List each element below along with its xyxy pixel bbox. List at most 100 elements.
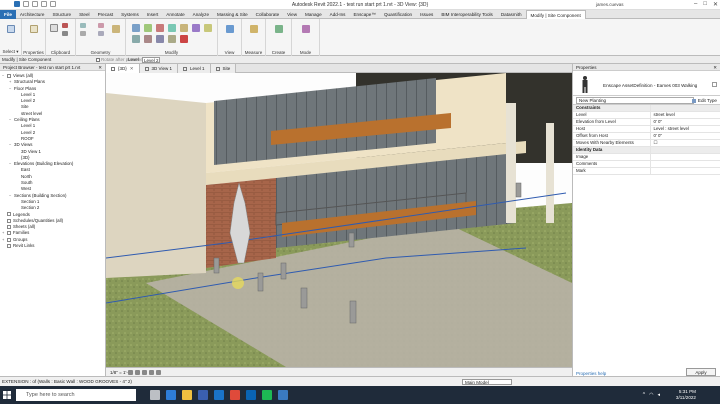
tab-steel[interactable]: Steel	[75, 10, 93, 19]
doc-tab-site[interactable]: Site	[210, 64, 237, 73]
volume-icon[interactable]: ◂	[657, 392, 660, 398]
chevron-up-icon[interactable]: ^	[643, 392, 645, 398]
spotify-icon[interactable]	[262, 390, 272, 400]
property-value[interactable]	[649, 167, 720, 175]
visual-style-icon[interactable]	[135, 370, 140, 375]
close-icon[interactable]: ✕	[98, 64, 102, 71]
taskbar-search-input[interactable]: Type here to search	[16, 389, 136, 401]
property-value[interactable]: 0' 0"	[649, 118, 720, 126]
mail-icon[interactable]	[214, 390, 224, 400]
tab-manage[interactable]: Manage	[301, 10, 326, 19]
trim-icon[interactable]	[204, 24, 212, 32]
move-icon[interactable]	[168, 24, 176, 32]
doc-tab-3d-view-1[interactable]: 3D View 1	[139, 64, 178, 73]
edge-icon[interactable]	[166, 390, 176, 400]
tab-annotate[interactable]: Annotate	[162, 10, 188, 19]
properties-icon[interactable]	[30, 25, 38, 33]
instance-filter-select[interactable]: New Planting	[576, 97, 694, 104]
view-icon[interactable]	[226, 25, 234, 33]
property-value[interactable]	[649, 153, 720, 161]
delete-icon[interactable]	[180, 35, 188, 43]
windows-start-icon[interactable]	[3, 391, 11, 399]
browser-tree-item[interactable]: Revit Links	[0, 243, 105, 249]
type-selector[interactable]: Enscape AssetDefinition - Eames 003 Walk…	[573, 71, 720, 96]
offset-icon[interactable]	[144, 24, 152, 32]
cope-icon[interactable]	[80, 23, 86, 28]
app-icon[interactable]	[278, 390, 288, 400]
rotate-icon[interactable]	[192, 24, 200, 32]
model-select[interactable]: Main Model	[462, 379, 512, 385]
sun-path-icon[interactable]	[142, 370, 147, 375]
ribbon-group-label[interactable]: Select ▾	[0, 49, 21, 55]
tab-architecture[interactable]: Architecture	[16, 10, 49, 19]
doc-tab-level-1[interactable]: Level 1	[177, 64, 211, 73]
tab-precast[interactable]: Precast	[94, 10, 118, 19]
tab-massing-site[interactable]: Massing & Site	[213, 10, 252, 19]
cut-icon[interactable]	[62, 23, 68, 28]
property-group-row[interactable]: Identity Data	[573, 146, 720, 154]
tab-structure[interactable]: Structure	[48, 10, 75, 19]
measure-icon[interactable]	[250, 25, 258, 33]
property-value[interactable]: street level	[649, 111, 720, 119]
3d-scene[interactable]	[106, 73, 572, 367]
store-icon[interactable]	[198, 390, 208, 400]
tab-analyze[interactable]: Analyze	[189, 10, 213, 19]
ribbon-group-label[interactable]: View	[218, 50, 241, 55]
file-explorer-icon[interactable]	[182, 390, 192, 400]
user-name[interactable]: james.cuevas	[596, 2, 624, 7]
tab-view[interactable]: View	[283, 10, 301, 19]
task-view-icon[interactable]	[150, 390, 160, 400]
tab-systems[interactable]: Systems	[117, 10, 143, 19]
modify-cursor-icon[interactable]	[7, 25, 15, 33]
tab-quantification[interactable]: Quantification	[380, 10, 416, 19]
shadows-icon[interactable]	[149, 370, 154, 375]
wall-joins-icon[interactable]	[98, 31, 104, 36]
paint-icon[interactable]	[112, 25, 120, 33]
property-value[interactable]	[649, 160, 720, 168]
paste-icon[interactable]	[50, 24, 58, 32]
minimize-button[interactable]: –	[694, 1, 697, 8]
tab-bim-interoperability[interactable]: BIM Interoperability Tools	[437, 10, 497, 19]
tab-issues[interactable]: Issues	[416, 10, 437, 19]
scale-icon[interactable]	[156, 35, 164, 43]
pin-icon[interactable]	[168, 35, 176, 43]
tab-datasmith[interactable]: Datasmith	[497, 10, 526, 19]
edit-family-icon[interactable]	[302, 25, 310, 33]
split-icon[interactable]	[132, 35, 140, 43]
align-icon[interactable]	[132, 24, 140, 32]
property-value[interactable]: ☐	[649, 139, 720, 147]
close-icon[interactable]: ✕	[713, 64, 717, 71]
rotate-after-placement-checkbox[interactable]	[96, 58, 100, 62]
mirror-icon[interactable]	[156, 24, 164, 32]
tab-file[interactable]: File	[0, 9, 16, 19]
maximize-button[interactable]: □	[703, 1, 707, 8]
copy-element-icon[interactable]	[180, 24, 188, 32]
edit-type-button[interactable]: Edit Type	[691, 96, 717, 105]
copy-icon[interactable]	[62, 31, 68, 36]
tab-enscape[interactable]: Enscape™	[349, 10, 379, 19]
revit-app-icon[interactable]	[246, 390, 256, 400]
crop-view-icon[interactable]	[156, 370, 161, 375]
property-value[interactable]: Level : street level	[649, 125, 720, 133]
level-select[interactable]: Level 2	[142, 57, 160, 63]
3d-viewport[interactable]	[106, 73, 572, 367]
array-icon[interactable]	[144, 35, 152, 43]
apply-button[interactable]: Apply	[686, 368, 716, 376]
cut-geometry-icon[interactable]	[80, 31, 86, 36]
chevron-down-icon[interactable]	[712, 82, 717, 87]
tab-add-ins[interactable]: Add-Ins	[326, 10, 350, 19]
chrome-icon[interactable]	[230, 390, 240, 400]
tab-insert[interactable]: Insert	[143, 10, 163, 19]
detail-level-icon[interactable]	[128, 370, 133, 375]
close-icon[interactable]: ✕	[130, 64, 134, 73]
network-icon[interactable]: ◠	[649, 392, 653, 398]
join-icon[interactable]	[98, 23, 104, 28]
doc-tab-3d[interactable]: {3D} ✕	[106, 64, 140, 73]
tab-modify-site-component[interactable]: Modify | Site Component	[525, 9, 586, 19]
property-value[interactable]: 0' 0"	[649, 132, 720, 140]
clock[interactable]: 5:31 PM 3/11/2022	[676, 389, 696, 400]
close-window-button[interactable]: ✕	[713, 1, 718, 8]
create-group-icon[interactable]	[275, 25, 283, 33]
tab-collaborate[interactable]: Collaborate	[252, 10, 284, 19]
ribbon-group-label[interactable]: Measure	[242, 50, 265, 55]
